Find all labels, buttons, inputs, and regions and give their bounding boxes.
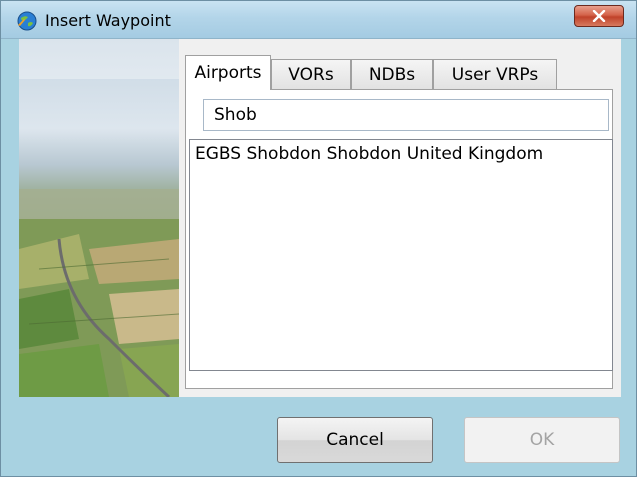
cancel-button[interactable]: Cancel	[277, 417, 433, 463]
close-button[interactable]	[574, 5, 624, 27]
insert-waypoint-dialog: Insert Waypoint Airports VORs NDBs User …	[0, 0, 637, 477]
search-panel: Airports VORs NDBs User VRPs EGBS Shobdo…	[179, 39, 621, 397]
dialog-content: Airports VORs NDBs User VRPs EGBS Shobdo…	[1, 39, 636, 476]
search-input[interactable]	[203, 99, 609, 131]
title-bar[interactable]: Insert Waypoint	[1, 1, 636, 39]
tab-user-vrps[interactable]: User VRPs	[433, 59, 557, 89]
globe-icon	[17, 11, 37, 31]
tab-ndbs[interactable]: NDBs	[351, 59, 433, 89]
list-item[interactable]: EGBS Shobdon Shobdon United Kingdom	[195, 144, 543, 164]
window-title: Insert Waypoint	[45, 11, 171, 30]
results-list[interactable]: EGBS Shobdon Shobdon United Kingdom	[189, 139, 613, 371]
close-icon	[592, 10, 606, 22]
tab-vors[interactable]: VORs	[271, 59, 351, 89]
aerial-photo	[19, 39, 179, 397]
ok-button[interactable]: OK	[464, 417, 620, 463]
tab-airports[interactable]: Airports	[185, 55, 271, 90]
